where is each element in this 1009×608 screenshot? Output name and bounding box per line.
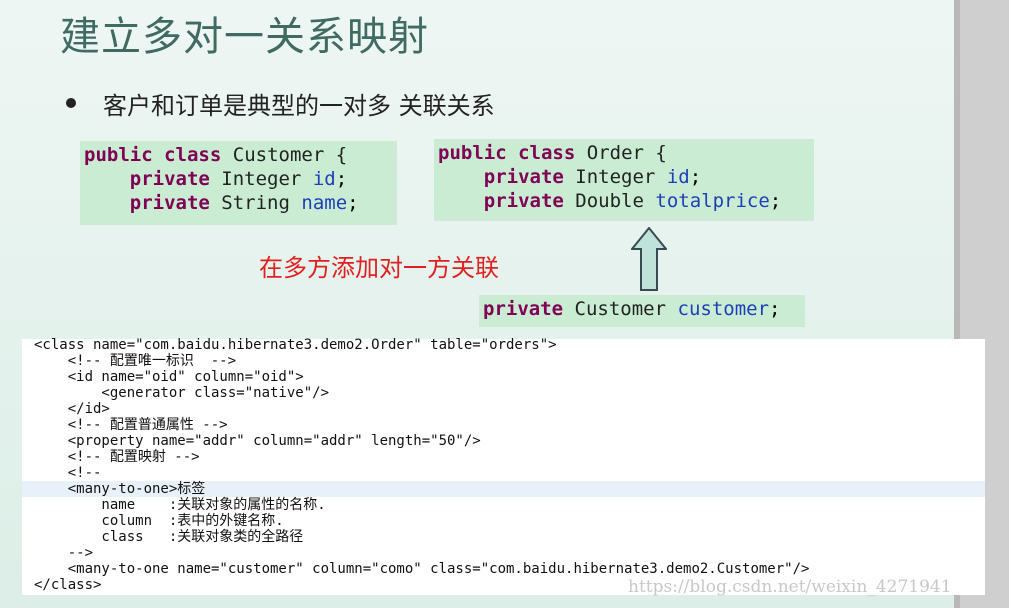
xml-line: <many-to-one name="customer" column="com…	[34, 561, 810, 577]
customer-field-name: private String name;	[84, 191, 393, 215]
xml-line: class :关联对象类的全路径	[34, 529, 304, 545]
field-name: customer	[677, 298, 770, 320]
xml-mapping-panel: <class name="com.baidu.hibernate3.demo2.…	[22, 337, 985, 595]
field-type: Double	[575, 190, 644, 212]
order-field-id: private Integer id;	[438, 165, 810, 189]
bullet-dot	[66, 98, 76, 108]
xml-line: <!-- 配置映射 -->	[34, 449, 200, 465]
order-class-decl: public class Order {	[438, 141, 810, 165]
field-type: Customer	[574, 298, 667, 320]
watermark-text: https://blog.csdn.net/weixin_4271941	[628, 577, 952, 597]
field-name: id	[666, 166, 690, 188]
order-field-totalprice: private Double totalprice;	[438, 189, 810, 213]
xml-line: <generator class="native"/>	[34, 385, 330, 401]
customer-class-decl: public class Customer {	[84, 143, 393, 167]
xml-line: <many-to-one>标签	[34, 481, 206, 497]
xml-line: <id name="oid" column="oid">	[34, 369, 304, 385]
keyword-class: class	[164, 144, 222, 166]
order-class-code: public class Order { private Integer id;…	[434, 139, 814, 221]
bullet-text: 客户和订单是典型的一对多 关联关系	[103, 92, 495, 120]
field-type: String	[221, 192, 290, 214]
slide-title: 建立多对一关系映射	[60, 14, 429, 60]
xml-line: </id>	[34, 401, 110, 417]
field-type: Integer	[221, 168, 302, 190]
field-name: id	[312, 168, 336, 190]
field-name: name	[301, 192, 348, 214]
keyword-public: public	[438, 142, 507, 164]
field-modifier: private	[483, 190, 564, 212]
semicolon: ;	[347, 192, 359, 214]
field-type: Integer	[575, 166, 656, 188]
class-name: Customer {	[232, 144, 348, 166]
field-modifier: private	[483, 166, 564, 188]
customer-field-id: private Integer id;	[84, 167, 393, 191]
xml-line: -->	[34, 545, 94, 561]
semicolon: ;	[769, 190, 782, 212]
up-arrow-icon	[631, 227, 667, 291]
customer-class-code: public class Customer { private Integer …	[80, 141, 397, 225]
keyword-class: class	[518, 142, 576, 164]
field-modifier: private	[129, 192, 210, 214]
keyword-public: public	[84, 144, 153, 166]
semicolon: ;	[689, 166, 702, 188]
xml-line: <class name="com.baidu.hibernate3.demo2.…	[34, 337, 557, 353]
xml-line: <!--	[34, 465, 102, 481]
xml-line: column :表中的外键名称.	[34, 513, 284, 529]
added-customer-field: private Customer customer;	[479, 295, 805, 327]
class-name: Order {	[586, 142, 667, 164]
field-name: totalprice	[655, 190, 770, 212]
field-modifier: private	[483, 298, 564, 320]
field-modifier: private	[129, 168, 210, 190]
xml-line: name :关联对象的属性的名称.	[34, 497, 326, 513]
semicolon: ;	[335, 168, 348, 190]
semicolon: ;	[769, 298, 781, 320]
xml-line: <property name="addr" column="addr" leng…	[34, 433, 481, 449]
annotation-note: 在多方添加对一方关联	[259, 254, 499, 282]
xml-line: <!-- 配置唯一标识 -->	[34, 353, 237, 369]
xml-line: </class>	[34, 577, 102, 593]
xml-line: <!-- 配置普通属性 -->	[34, 417, 228, 433]
